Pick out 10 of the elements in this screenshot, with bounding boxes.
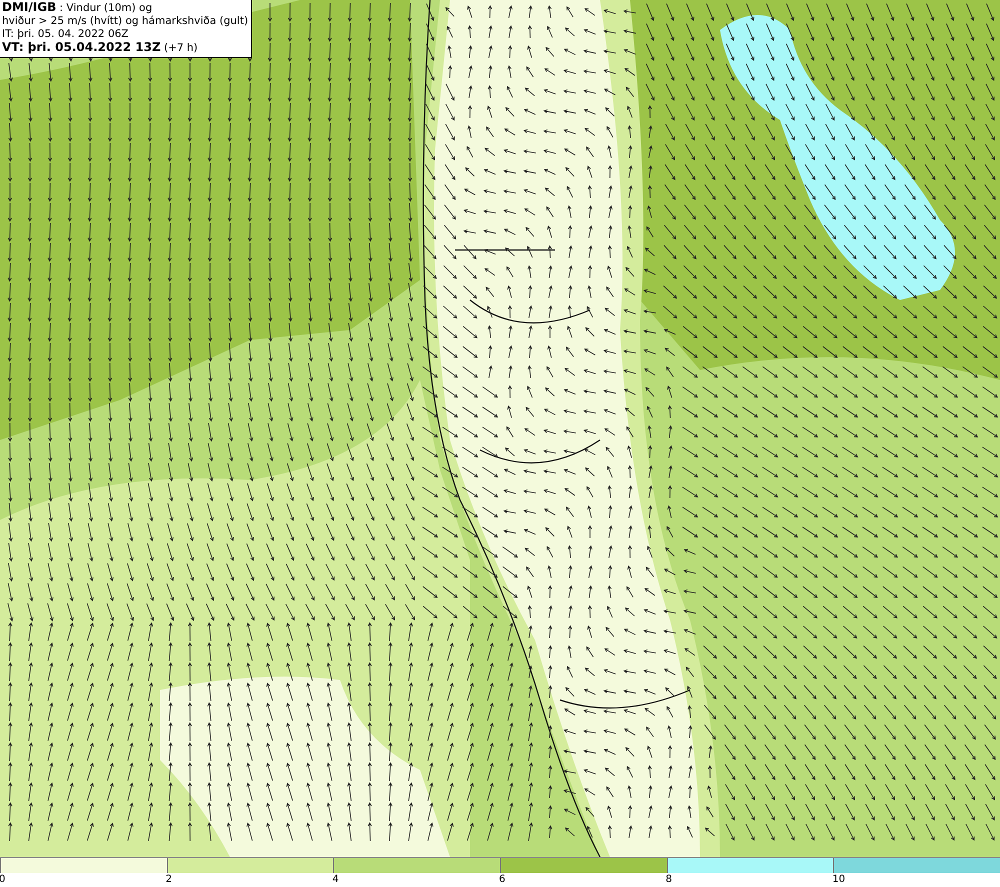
legend-tick-label: 8 bbox=[666, 873, 672, 886]
info-text: IT: þri. 05. 04. 2022 06Z bbox=[2, 28, 130, 41]
legend-tick-label: 10 bbox=[832, 873, 846, 886]
legend-tick-label: 0 bbox=[0, 873, 6, 886]
legend-tick-label: 6 bbox=[499, 873, 506, 886]
legend-tick-label: 4 bbox=[332, 873, 339, 886]
info-text: hviður > 25 m/s (hvítt) og hámarkshviða (gult) bbox=[2, 15, 248, 28]
info-text: VT: þri. 05.04.2022 13Z (+7 h) bbox=[2, 41, 199, 55]
legend-tick-label: 2 bbox=[166, 873, 172, 886]
info-text: DMI/IGB : Vindur (10m) og bbox=[2, 1, 154, 15]
